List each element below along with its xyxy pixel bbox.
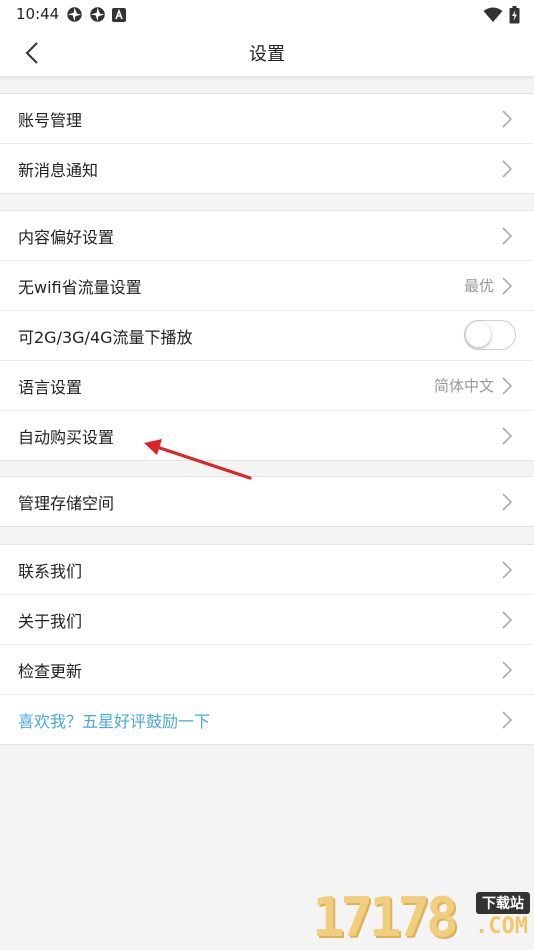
settings-group-content: 内容偏好设置 无wifi省流量设置 最优 可2G/3G/4G流量下播放 语言设置… xyxy=(0,210,534,461)
chevron-right-icon xyxy=(502,277,513,295)
row-label: 可2G/3G/4G流量下播放 xyxy=(18,327,193,347)
settings-row-account-management[interactable]: 账号管理 xyxy=(0,94,534,144)
font-a-icon xyxy=(112,7,126,22)
chevron-right-icon xyxy=(502,661,513,679)
annotation-arrow-icon xyxy=(144,439,252,480)
row-value: 简体中文 xyxy=(433,377,494,395)
chevron-right-icon xyxy=(502,227,513,245)
chevron-right-icon xyxy=(502,493,513,511)
settings-row-data-saving[interactable]: 无wifi省流量设置 最优 xyxy=(0,261,534,311)
row-label: 联系我们 xyxy=(18,561,83,581)
wifi-icon xyxy=(483,7,503,22)
settings-group-storage: 管理存储空间 xyxy=(0,476,534,527)
settings-row-manage-storage[interactable]: 管理存储空间 xyxy=(0,477,534,526)
aperture-icon xyxy=(90,7,105,22)
status-time: 10:44 xyxy=(16,5,60,23)
settings-row-language[interactable]: 语言设置 简体中文 xyxy=(0,361,534,411)
row-label: 账号管理 xyxy=(18,110,83,130)
aperture-icon xyxy=(67,7,82,22)
row-label: 检查更新 xyxy=(18,661,83,681)
row-label: 语言设置 xyxy=(18,377,83,397)
row-value: 最优 xyxy=(463,277,494,295)
page-title: 设置 xyxy=(249,44,285,65)
chevron-right-icon xyxy=(502,427,513,445)
chevron-right-icon xyxy=(502,377,513,395)
battery-icon xyxy=(509,6,520,24)
row-label: 自动购买设置 xyxy=(18,427,115,447)
settings-row-notifications[interactable]: 新消息通知 xyxy=(0,144,534,193)
settings-row-cellular-playback: 可2G/3G/4G流量下播放 xyxy=(0,311,534,361)
settings-row-auto-purchase[interactable]: 自动购买设置 xyxy=(0,411,534,460)
chevron-right-icon xyxy=(502,160,513,178)
row-label: 关于我们 xyxy=(18,611,83,631)
settings-row-rate-app[interactable]: 喜欢我？五星好评鼓励一下 xyxy=(0,695,534,744)
settings-group-account: 账号管理 新消息通知 xyxy=(0,93,534,194)
chevron-right-icon xyxy=(502,711,513,729)
settings-row-check-update[interactable]: 检查更新 xyxy=(0,645,534,695)
chevron-right-icon xyxy=(502,611,513,629)
chevron-right-icon xyxy=(502,561,513,579)
cellular-playback-toggle[interactable] xyxy=(464,320,516,350)
row-label: 管理存储空间 xyxy=(18,493,115,513)
watermark-suffix: .COM xyxy=(475,914,528,939)
watermark-badge: 下载站 xyxy=(476,892,530,914)
settings-row-contact-us[interactable]: 联系我们 xyxy=(0,545,534,595)
settings-row-about-us[interactable]: 关于我们 xyxy=(0,595,534,645)
row-label: 新消息通知 xyxy=(18,160,99,180)
status-bar: 10:44 xyxy=(0,0,534,30)
watermark-digits: 17178 xyxy=(312,886,459,949)
chevron-right-icon xyxy=(502,110,513,128)
settings-row-content-preferences[interactable]: 内容偏好设置 xyxy=(0,211,534,261)
row-label: 无wifi省流量设置 xyxy=(18,277,142,297)
watermark-logo: 17178 下载站 .COM xyxy=(308,880,532,949)
nav-bar: 设置 xyxy=(0,30,534,76)
settings-group-about: 联系我们 关于我们 检查更新 喜欢我？五星好评鼓励一下 xyxy=(0,544,534,745)
toggle-knob xyxy=(466,322,491,347)
row-label: 喜欢我？五星好评鼓励一下 xyxy=(18,711,211,731)
row-label: 内容偏好设置 xyxy=(18,227,115,247)
